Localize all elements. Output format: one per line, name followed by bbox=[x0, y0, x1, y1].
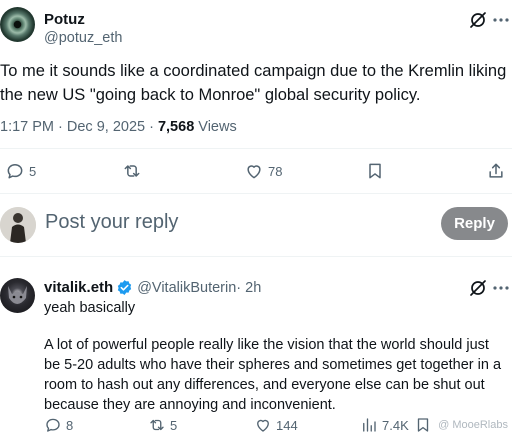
repost-action[interactable] bbox=[122, 161, 146, 181]
reply-icon bbox=[7, 164, 23, 179]
reply-text-paragraph: A lot of powerful people really like the… bbox=[44, 337, 502, 413]
wolf-figure-icon bbox=[8, 286, 27, 304]
more-options-icon[interactable] bbox=[491, 278, 511, 298]
author-avatar[interactable] bbox=[0, 7, 35, 42]
analytics-icon bbox=[363, 418, 376, 432]
like-count: 78 bbox=[268, 163, 283, 179]
tweet-meta: 1:17 PM · Dec 9, 2025 · 7,568 Views bbox=[0, 119, 237, 135]
grok-icon[interactable] bbox=[468, 278, 488, 298]
divider bbox=[0, 256, 512, 257]
reply-header: vitalik.eth @VitalikButerin · 2h bbox=[44, 279, 261, 296]
reply-repost-count: 5 bbox=[170, 417, 178, 433]
repost-icon bbox=[124, 165, 140, 177]
reply-bookmark-action[interactable] bbox=[414, 416, 432, 434]
divider bbox=[0, 193, 512, 194]
more-options-icon[interactable] bbox=[491, 10, 511, 30]
reply-like-action[interactable]: 144 bbox=[254, 416, 298, 434]
reply-button[interactable]: Reply bbox=[441, 207, 508, 240]
reply-views-action[interactable]: 7.4K bbox=[360, 416, 409, 434]
author-name[interactable]: Potuz bbox=[44, 11, 85, 28]
reply-repost-action[interactable]: 5 bbox=[148, 416, 177, 434]
reply-timestamp[interactable]: · 2h bbox=[236, 280, 261, 296]
tweet-views-label: Views bbox=[198, 119, 237, 135]
heart-icon bbox=[247, 165, 261, 179]
reply-reply-count: 8 bbox=[66, 417, 74, 433]
grok-icon[interactable] bbox=[468, 10, 488, 30]
bookmark-icon bbox=[369, 163, 381, 179]
tweet-views-count: 7,568 bbox=[157, 119, 195, 135]
share-icon bbox=[489, 163, 503, 178]
reply-icon bbox=[46, 418, 60, 432]
reply-like-count: 144 bbox=[276, 417, 298, 433]
person-figure-icon bbox=[0, 207, 36, 243]
watermark-text: @ MooeRlabs bbox=[438, 419, 508, 431]
reply-text-line: yeah basically bbox=[44, 300, 136, 316]
tweet-timestamp[interactable]: 1:17 PM · Dec 9, 2025 · bbox=[0, 119, 158, 135]
reply-action[interactable]: 5 bbox=[5, 161, 36, 181]
bookmark-action[interactable] bbox=[365, 161, 385, 181]
reply-reply-action[interactable]: 8 bbox=[44, 416, 73, 434]
repost-icon bbox=[150, 419, 164, 431]
like-action[interactable]: 78 bbox=[244, 161, 282, 181]
bookmark-icon bbox=[417, 418, 429, 432]
verified-badge-icon[interactable] bbox=[116, 279, 133, 296]
reply-input[interactable]: Post your reply bbox=[45, 211, 178, 234]
reply-author-avatar[interactable] bbox=[0, 278, 35, 313]
reply-views-count: 7.4K bbox=[382, 417, 409, 433]
share-action[interactable] bbox=[486, 161, 506, 181]
heart-icon bbox=[257, 419, 269, 432]
reply-author-handle[interactable]: @VitalikButerin bbox=[137, 280, 236, 296]
current-user-avatar[interactable] bbox=[0, 207, 36, 243]
author-handle[interactable]: @potuz_eth bbox=[44, 30, 122, 46]
reply-count: 5 bbox=[29, 163, 37, 179]
tweet-text: To me it sounds like a coordinated campa… bbox=[0, 62, 507, 104]
divider bbox=[0, 148, 512, 149]
reply-author-name[interactable]: vitalik.eth bbox=[44, 279, 113, 296]
